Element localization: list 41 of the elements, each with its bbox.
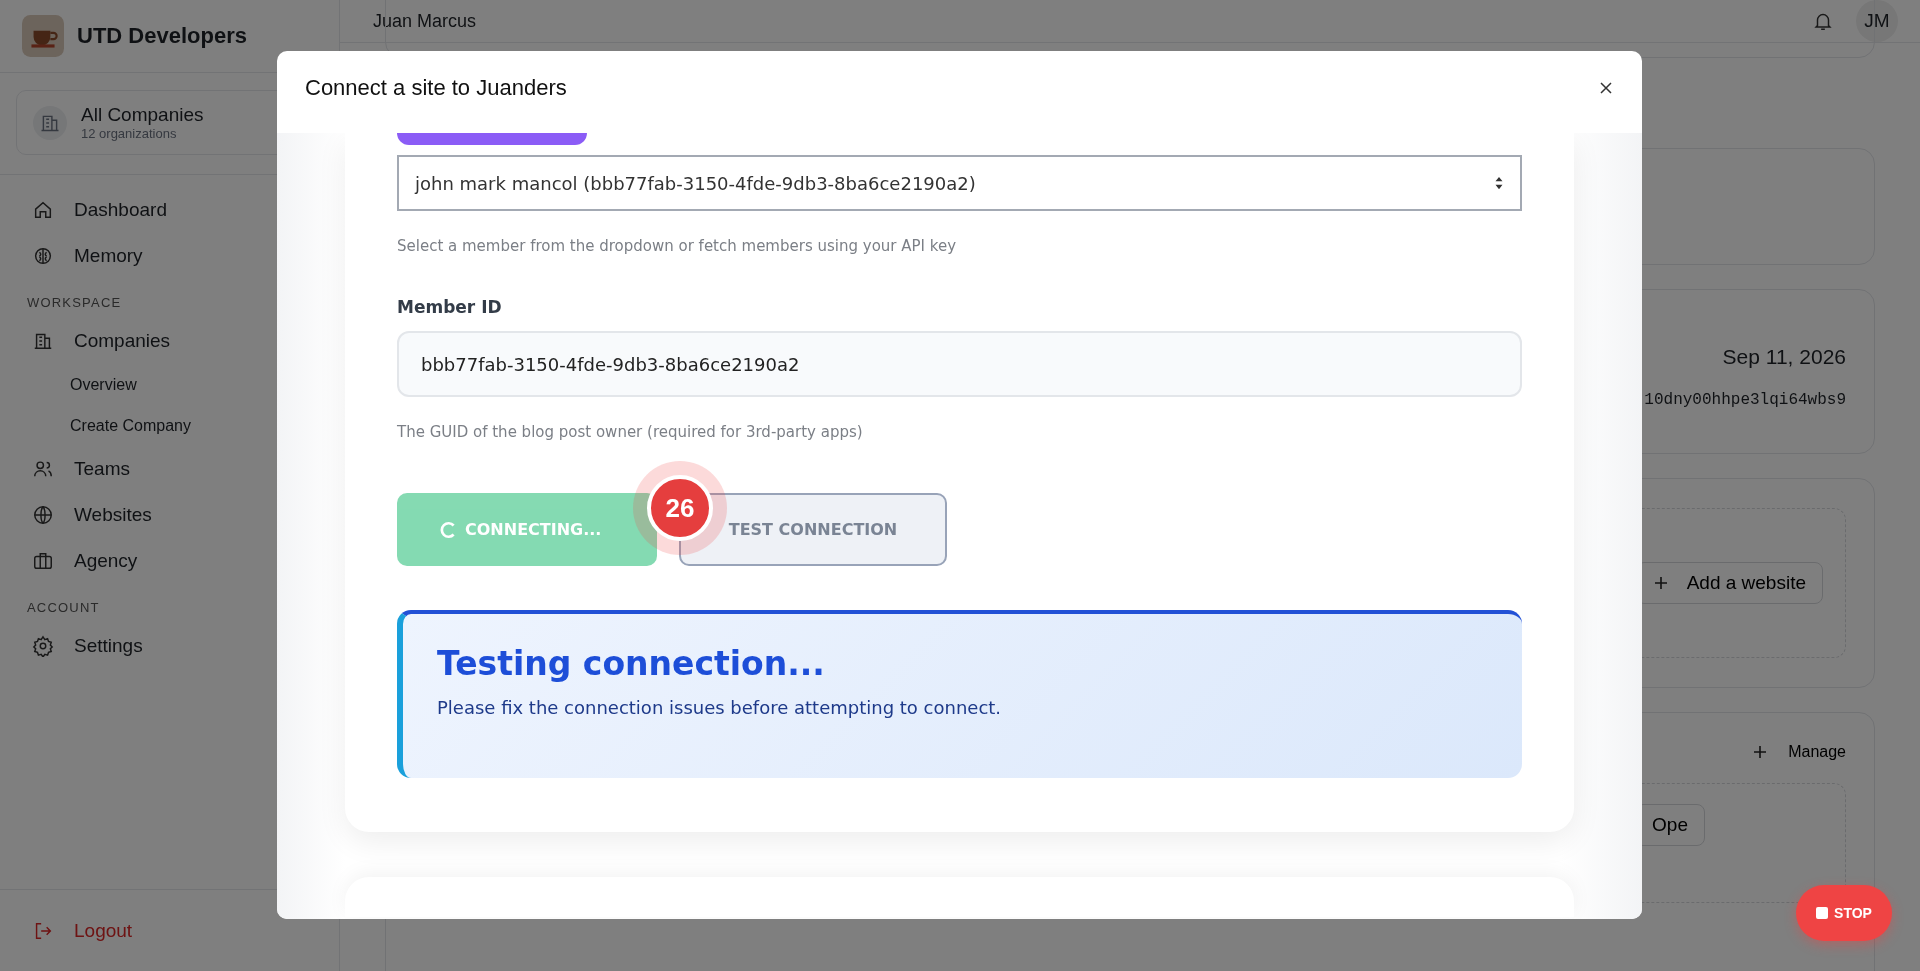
brand-name: UTD Developers xyxy=(77,23,247,49)
nav-item[interactable]: Teams xyxy=(0,446,339,492)
brain-icon xyxy=(32,245,54,267)
nav-item[interactable]: Memory xyxy=(0,233,339,279)
section-heading: WORKSPACE xyxy=(26,294,123,312)
alert-title: Testing connection... xyxy=(437,644,826,683)
help-text: Select a member from the dropdown or fetch members using your API key xyxy=(397,237,957,255)
field-label: Member ID xyxy=(397,297,503,317)
globe-icon xyxy=(32,504,54,526)
nav-item[interactable]: Dashboard xyxy=(0,187,339,233)
member-id-field[interactable]: bbb77fab-3150-4fde-9db3-8ba6ce2190a2 xyxy=(397,331,1522,397)
user-name: Juan Marcus xyxy=(373,10,477,32)
nav-item[interactable]: Settings xyxy=(0,623,339,669)
help-text: The GUID of the blog post owner (required for 3rd-party apps) xyxy=(397,423,864,441)
user-avatar[interactable]: JM xyxy=(1856,0,1898,42)
member-select[interactable]: john mark mancol (bbb77fab-3150-4fde-9db3-8ba6ce2190a2) xyxy=(397,155,1522,211)
company-name: All Companies xyxy=(81,104,204,126)
stop-button[interactable]: STOP xyxy=(1796,885,1892,941)
key-text: 10dny00hhpe3lqi64wbs9 xyxy=(1644,390,1846,409)
up-down-caret-icon xyxy=(1494,176,1504,190)
company-count: 12 organizations xyxy=(81,126,178,141)
plus-icon xyxy=(1752,744,1769,760)
briefcase-icon xyxy=(32,550,54,572)
stop-icon xyxy=(1816,907,1829,919)
spinner-icon xyxy=(439,520,457,539)
nav-item[interactable]: Agency xyxy=(0,538,339,584)
manage-button[interactable]: Manage xyxy=(1752,743,1846,761)
gear-icon xyxy=(32,635,54,657)
cup-logo-icon xyxy=(22,15,64,57)
date-text: Sep 11, 2026 xyxy=(1722,344,1846,369)
nav-item[interactable]: Companies xyxy=(0,318,339,364)
building-icon xyxy=(33,105,67,140)
close-icon[interactable] xyxy=(1598,80,1614,96)
plus-icon xyxy=(1652,575,1669,591)
alert-message: Please fix the connection issues before attempting to connect. xyxy=(437,697,1003,718)
logout-link[interactable]: Logout xyxy=(0,919,165,942)
section-heading: ACCOUNT xyxy=(26,599,101,617)
button-edge[interactable] xyxy=(397,133,587,145)
home-icon xyxy=(32,199,54,221)
step-badge: 26 xyxy=(647,475,713,541)
nav-item[interactable]: Websites xyxy=(0,492,339,538)
